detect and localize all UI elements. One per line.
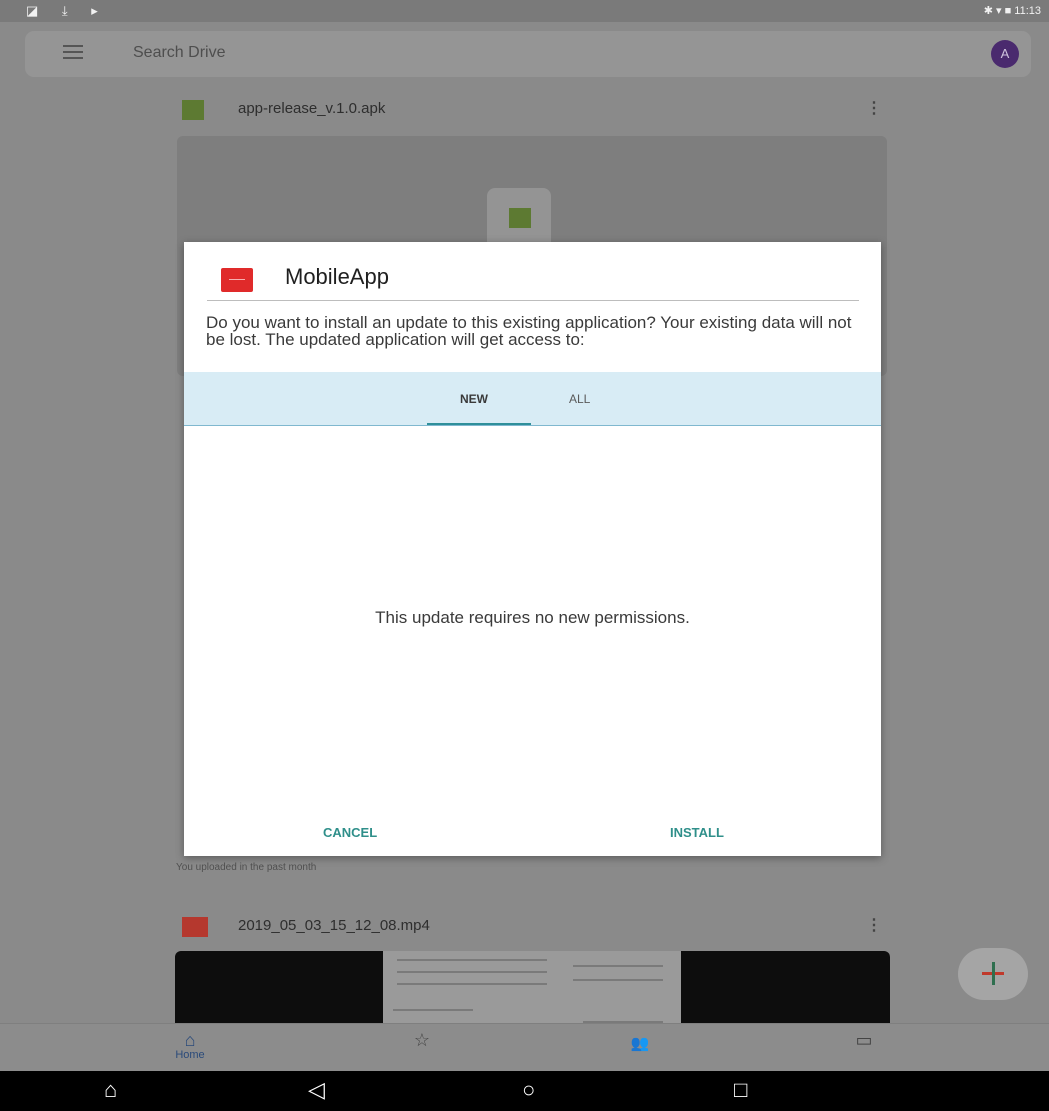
install-message: Do you want to install an update to this… <box>206 313 852 349</box>
system-nav: ⌂ ◁ ○ □ <box>0 1071 1049 1111</box>
app-icon <box>221 268 253 292</box>
shared-icon: 👥 <box>630 1035 650 1052</box>
apk-icon <box>182 100 204 120</box>
back-icon[interactable]: ◁ <box>308 1077 325 1103</box>
folder-icon: ▭ <box>855 1030 873 1050</box>
more-options-icon[interactable]: ⋮ <box>866 915 882 935</box>
cancel-button[interactable]: CANCEL <box>323 825 377 840</box>
install-button[interactable]: INSTALL <box>670 825 724 840</box>
video-icon <box>182 917 208 937</box>
nav-home[interactable]: ⌂ Home <box>160 1030 220 1061</box>
install-dialog: MobileApp Do you want to install an upda… <box>184 242 881 856</box>
more-options-icon[interactable]: ⋮ <box>866 98 882 118</box>
nav-files[interactable]: ▭ <box>834 1030 894 1051</box>
nav-starred[interactable]: ☆ <box>392 1030 452 1051</box>
file-name: app-release_v.1.0.apk <box>238 100 386 117</box>
status-right-info: ✱ ▾ ■ 11:13 <box>983 5 1041 17</box>
search-bar[interactable]: Search Drive A <box>24 30 1032 78</box>
permission-tabs: NEW ALL <box>184 372 881 426</box>
up-icon[interactable]: ⌂ <box>104 1077 117 1103</box>
nav-shared[interactable]: 👥 <box>610 1034 670 1052</box>
app-name: MobileApp <box>285 264 389 289</box>
uploaded-note: You uploaded in the past month <box>176 862 317 873</box>
tab-indicator <box>427 423 531 425</box>
new-button[interactable] <box>958 948 1028 1000</box>
nav-home-label: Home <box>175 1049 205 1061</box>
tab-all[interactable]: ALL <box>569 392 590 406</box>
tab-new[interactable]: NEW <box>460 392 488 406</box>
menu-icon[interactable] <box>63 45 83 63</box>
home-icon: ⌂ <box>184 1030 196 1050</box>
recents-icon[interactable]: □ <box>734 1077 747 1103</box>
home-button-icon[interactable]: ○ <box>522 1077 535 1103</box>
file-row[interactable]: app-release_v.1.0.apk ⋮ <box>182 96 892 124</box>
avatar[interactable]: A <box>991 40 1019 68</box>
status-bar: ◪ ⤓ ▸ ✱ ▾ ■ 11:13 <box>0 0 1049 22</box>
file-row[interactable]: 2019_05_03_15_12_08.mp4 ⋮ <box>182 913 892 941</box>
divider <box>207 300 859 301</box>
search-placeholder[interactable]: Search Drive <box>133 44 225 62</box>
bottom-nav: ⌂ Home ☆ 👥 ▭ <box>0 1023 1049 1072</box>
star-icon: ☆ <box>413 1030 431 1050</box>
file-name: 2019_05_03_15_12_08.mp4 <box>238 917 430 934</box>
permissions-text: This update requires no new permissions. <box>375 608 690 627</box>
status-left-icons: ◪ ⤓ ▸ <box>26 3 108 18</box>
